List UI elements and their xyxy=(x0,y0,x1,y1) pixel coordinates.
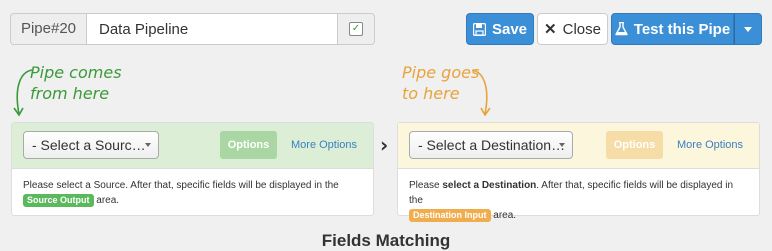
pipe-name-input[interactable] xyxy=(86,13,338,45)
pipe-enabled-toggle[interactable]: ✓ xyxy=(338,13,375,45)
floppy-disk-icon xyxy=(472,22,486,36)
destination-select[interactable]: - Select a Destination… xyxy=(409,131,573,159)
destination-select-value: - Select a Destination… xyxy=(418,137,566,153)
destination-help-prefix: Please xyxy=(409,180,440,191)
save-label: Save xyxy=(491,20,528,38)
pipe-id-label: Pipe#20 xyxy=(10,13,86,45)
source-panel: - Select a Sourc… Options More Options P… xyxy=(11,122,374,216)
source-annotation: Pipe comes from here xyxy=(30,62,122,104)
source-help-text: Please select a Source. After that, spec… xyxy=(23,180,339,191)
destination-help-suffix: area. xyxy=(493,210,517,221)
flask-icon xyxy=(615,22,628,36)
close-icon: ✕ xyxy=(544,21,557,38)
source-annotation-line1: Pipe comes xyxy=(30,63,122,82)
close-button[interactable]: ✕ Close xyxy=(537,13,608,45)
destination-help-bold: select a Destination xyxy=(442,180,537,191)
check-icon: ✓ xyxy=(349,22,363,36)
source-arrow-icon xyxy=(13,69,33,117)
source-panel-header: - Select a Sourc… Options More Options xyxy=(12,123,373,169)
destination-input-tag: Destination Input xyxy=(409,209,491,222)
save-button[interactable]: Save xyxy=(466,13,534,45)
test-pipe-button[interactable]: Test this Pipe xyxy=(611,13,734,45)
destination-arrow-icon xyxy=(471,69,491,117)
chevron-down-icon xyxy=(559,143,565,147)
close-label: Close xyxy=(562,20,601,38)
chevron-down-icon xyxy=(145,143,151,147)
source-select-value: - Select a Sourc… xyxy=(32,137,146,153)
destination-panel-header: - Select a Destination… Options More Opt… xyxy=(398,123,759,169)
destination-more-options-link[interactable]: More Options xyxy=(677,139,743,151)
source-options-button[interactable]: Options xyxy=(220,131,277,159)
destination-panel: - Select a Destination… Options More Opt… xyxy=(397,122,760,222)
source-panel-help: Please select a Source. After that, spec… xyxy=(12,169,373,217)
test-pipe-label: Test this Pipe xyxy=(633,20,731,38)
source-select[interactable]: - Select a Sourc… xyxy=(23,131,159,159)
destination-options-button[interactable]: Options xyxy=(606,131,663,159)
source-output-tag: Source Output xyxy=(23,194,94,207)
destination-panel-help: Please select a Destination. After that,… xyxy=(398,169,759,232)
source-help-suffix: area. xyxy=(96,195,120,206)
test-options-dropdown-button[interactable] xyxy=(734,13,762,45)
source-annotation-line2: from here xyxy=(30,84,110,103)
source-more-options-link[interactable]: More Options xyxy=(291,139,357,151)
caret-down-icon xyxy=(744,26,752,32)
section-title: Fields Matching xyxy=(321,231,451,250)
chevron-right-icon: › xyxy=(380,133,389,157)
